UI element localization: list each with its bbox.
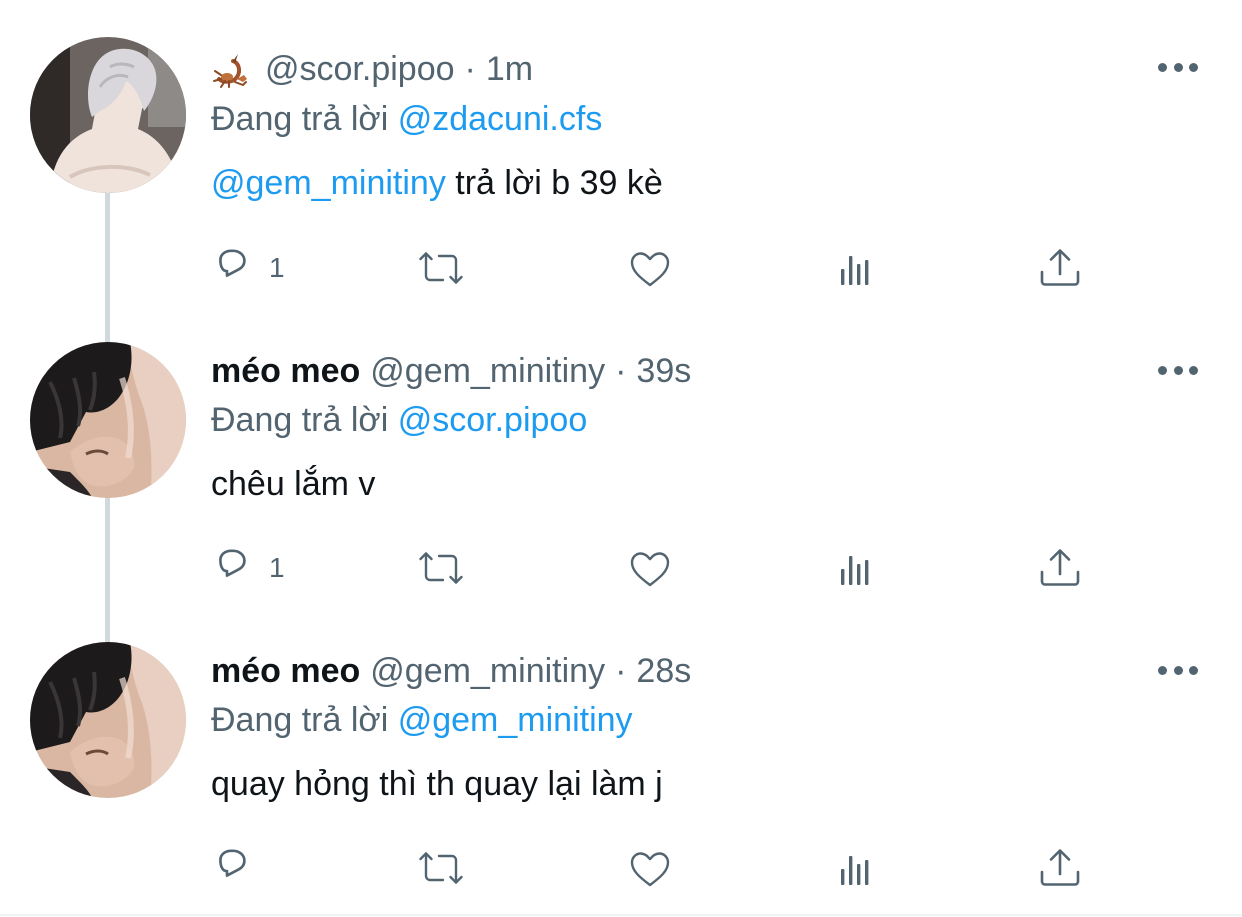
reply-button[interactable]: 1	[211, 543, 285, 593]
share-icon	[1040, 849, 1080, 886]
share-button[interactable]	[1036, 243, 1084, 293]
share-icon	[1040, 249, 1080, 286]
retweet-icon	[419, 552, 463, 584]
scorpion-icon	[211, 49, 251, 89]
like-button[interactable]	[626, 243, 674, 293]
dark-haired-selfie-avatar-image	[30, 342, 186, 498]
retweet-button[interactable]	[417, 843, 465, 893]
tweet[interactable]: méo meo @gem_minitiny · 39s Đang trả lời…	[0, 300, 1242, 642]
tweet[interactable]: méo meo @gem_minitiny · 28s Đang trả lời…	[0, 600, 1242, 900]
display-name[interactable]: méo meo	[211, 352, 360, 391]
tweet-actions	[211, 843, 1111, 893]
views-icon	[841, 256, 869, 285]
reply-button[interactable]: 1	[211, 243, 285, 293]
timestamp[interactable]: 28s	[636, 652, 691, 691]
tweet-text-body: trả lời b 39 kè	[445, 164, 663, 202]
reply-button[interactable]	[211, 843, 269, 893]
tweet-actions: 1	[211, 243, 1111, 293]
tweet-header: méo meo @gem_minitiny · 28s	[211, 649, 691, 693]
more-options-icon[interactable]	[1158, 664, 1198, 676]
display-name[interactable]: méo meo	[211, 652, 360, 691]
replying-to: Đang trả lời @scor.pipoo	[211, 401, 587, 440]
views-button[interactable]	[832, 843, 880, 893]
tweet[interactable]: @scor.pipoo · 1m Đang trả lời @zdacuni.c…	[0, 0, 1242, 342]
replying-to-label: Đang trả lời	[211, 701, 389, 739]
timestamp[interactable]: 1m	[486, 50, 533, 89]
share-icon	[1040, 549, 1080, 586]
replying-to: Đang trả lời @zdacuni.cfs	[211, 100, 602, 139]
views-button[interactable]	[832, 243, 880, 293]
text-mention[interactable]: @gem_minitiny	[211, 164, 446, 202]
user-handle[interactable]: @scor.pipoo	[265, 50, 455, 89]
tweet-header: méo meo @gem_minitiny · 39s	[211, 349, 691, 393]
heart-icon	[630, 852, 670, 887]
replying-to-mention[interactable]: @gem_minitiny	[398, 701, 633, 739]
avatar[interactable]	[30, 342, 186, 498]
separator-dot: ·	[464, 49, 476, 88]
heart-icon	[630, 552, 670, 587]
share-button[interactable]	[1036, 543, 1084, 593]
timestamp[interactable]: 39s	[636, 352, 691, 391]
separator-dot: ·	[615, 651, 627, 690]
retweet-button[interactable]	[417, 543, 465, 593]
like-button[interactable]	[626, 843, 674, 893]
separator-dot: ·	[615, 351, 627, 390]
tweet-text-body: quay hỏng thì th quay lại làm j	[211, 765, 663, 803]
reply-count: 1	[269, 552, 285, 583]
tweet-text-body: chêu lắm v	[211, 465, 376, 503]
replying-to: Đang trả lời @gem_minitiny	[211, 701, 633, 740]
share-button[interactable]	[1036, 843, 1084, 893]
views-icon	[841, 556, 869, 585]
tweet-text: quay hỏng thì th quay lại làm j	[211, 765, 663, 804]
divider	[0, 914, 1242, 916]
reply-thread: @scor.pipoo · 1m Đang trả lời @zdacuni.c…	[0, 0, 1242, 917]
replying-to-label: Đang trả lời	[211, 100, 389, 138]
reply-icon	[219, 849, 246, 877]
reply-count: 1	[269, 252, 285, 283]
avatar[interactable]	[30, 642, 186, 798]
tweet-text: chêu lắm v	[211, 465, 375, 504]
user-handle[interactable]: @gem_minitiny	[370, 652, 605, 691]
retweet-button[interactable]	[417, 243, 465, 293]
more-options-icon[interactable]	[1158, 61, 1198, 73]
retweet-icon	[419, 252, 463, 284]
retweet-icon	[419, 852, 463, 884]
like-button[interactable]	[626, 543, 674, 593]
avatar[interactable]	[30, 37, 186, 193]
user-handle[interactable]: @gem_minitiny	[370, 352, 605, 391]
tweet-actions: 1	[211, 543, 1111, 593]
tweet-header: @scor.pipoo · 1m	[211, 47, 533, 91]
reply-icon	[219, 549, 246, 577]
views-icon	[841, 856, 869, 885]
heart-icon	[630, 252, 670, 287]
replying-to-mention[interactable]: @zdacuni.cfs	[398, 100, 603, 138]
tweet-text: @gem_minitiny trả lời b 39 kè	[211, 164, 663, 203]
views-button[interactable]	[832, 543, 880, 593]
replying-to-mention[interactable]: @scor.pipoo	[398, 401, 588, 439]
reply-icon	[219, 249, 246, 277]
replying-to-label: Đang trả lời	[211, 401, 389, 439]
dark-haired-selfie-avatar-image	[30, 642, 186, 798]
more-options-icon[interactable]	[1158, 364, 1198, 376]
white-haired-back-avatar-image	[30, 37, 186, 193]
